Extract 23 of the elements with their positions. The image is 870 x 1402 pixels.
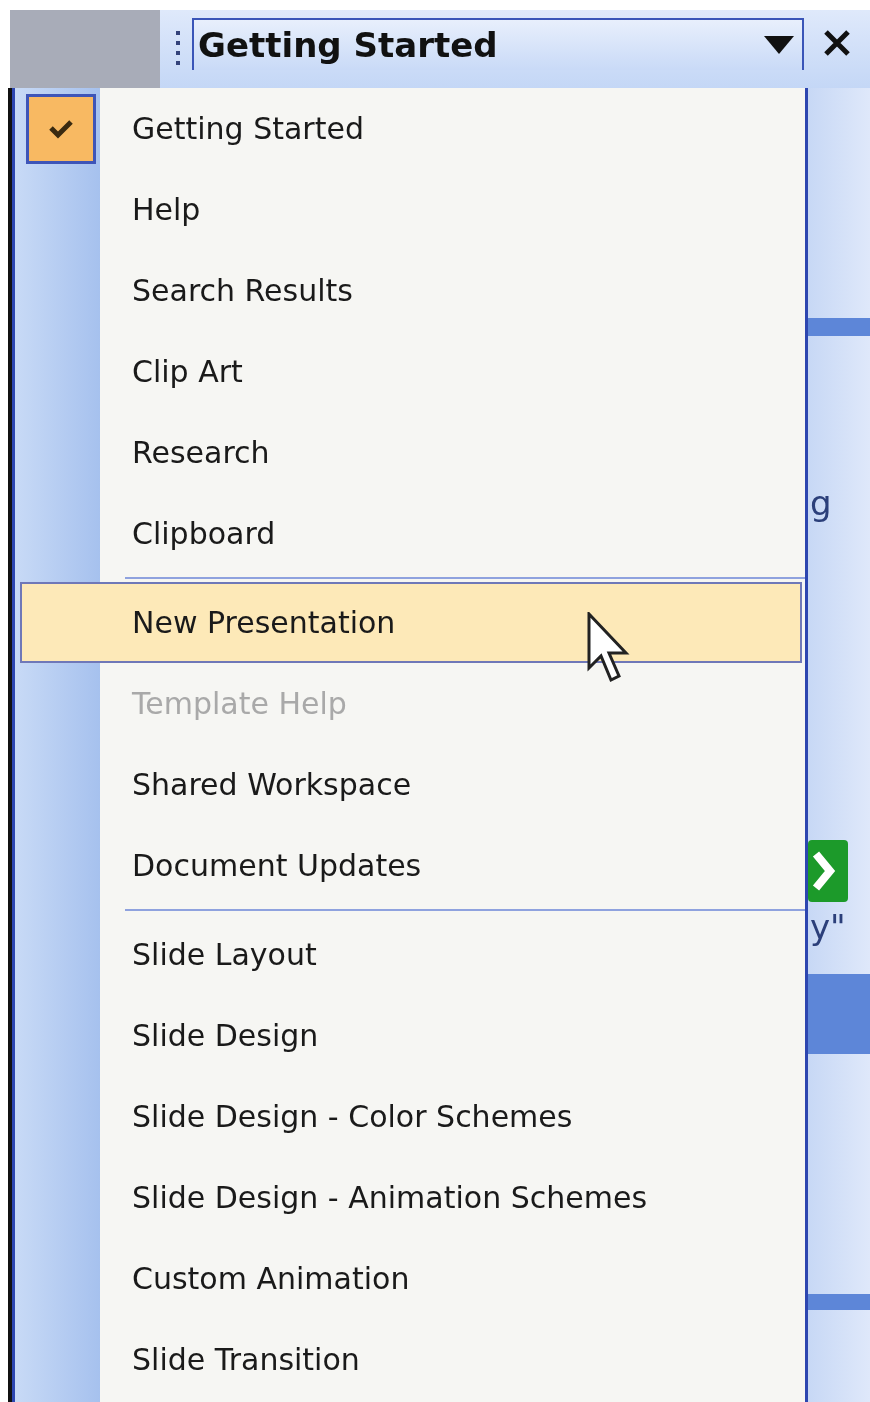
menu-item[interactable]: Help: [20, 169, 802, 250]
menu-item[interactable]: Slide Design - Color Schemes: [20, 1076, 802, 1157]
checkmark-icon: [48, 118, 74, 139]
close-icon[interactable]: [822, 28, 852, 58]
menu-item[interactable]: Research: [20, 412, 802, 493]
menu-item[interactable]: Slide Transition: [20, 1319, 802, 1400]
mouse-pointer-icon: [587, 612, 631, 684]
menu-item[interactable]: Shared Workspace: [20, 744, 802, 825]
menu-item[interactable]: Clipboard: [20, 493, 802, 574]
task-pane-menu-button[interactable]: Getting Started: [192, 18, 804, 70]
menu-item[interactable]: Slide Layout: [20, 914, 802, 995]
menu-item[interactable]: Search Results: [20, 250, 802, 331]
menu-item[interactable]: Custom Animation: [20, 1238, 802, 1319]
menu-item[interactable]: Clip Art: [20, 331, 802, 412]
pane-section-bar: [808, 1294, 870, 1310]
menu-item[interactable]: Document Updates: [20, 825, 802, 906]
pane-text: g: [810, 486, 833, 520]
pane-text: y": [810, 910, 847, 944]
pane-section-bar: [808, 318, 870, 336]
menu-item[interactable]: Slide Design - Animation Schemes: [20, 1157, 802, 1238]
menu-item[interactable]: Getting Started: [20, 88, 802, 169]
dropdown-arrow-icon: [764, 36, 794, 54]
menu-item[interactable]: Slide Design: [20, 995, 802, 1076]
